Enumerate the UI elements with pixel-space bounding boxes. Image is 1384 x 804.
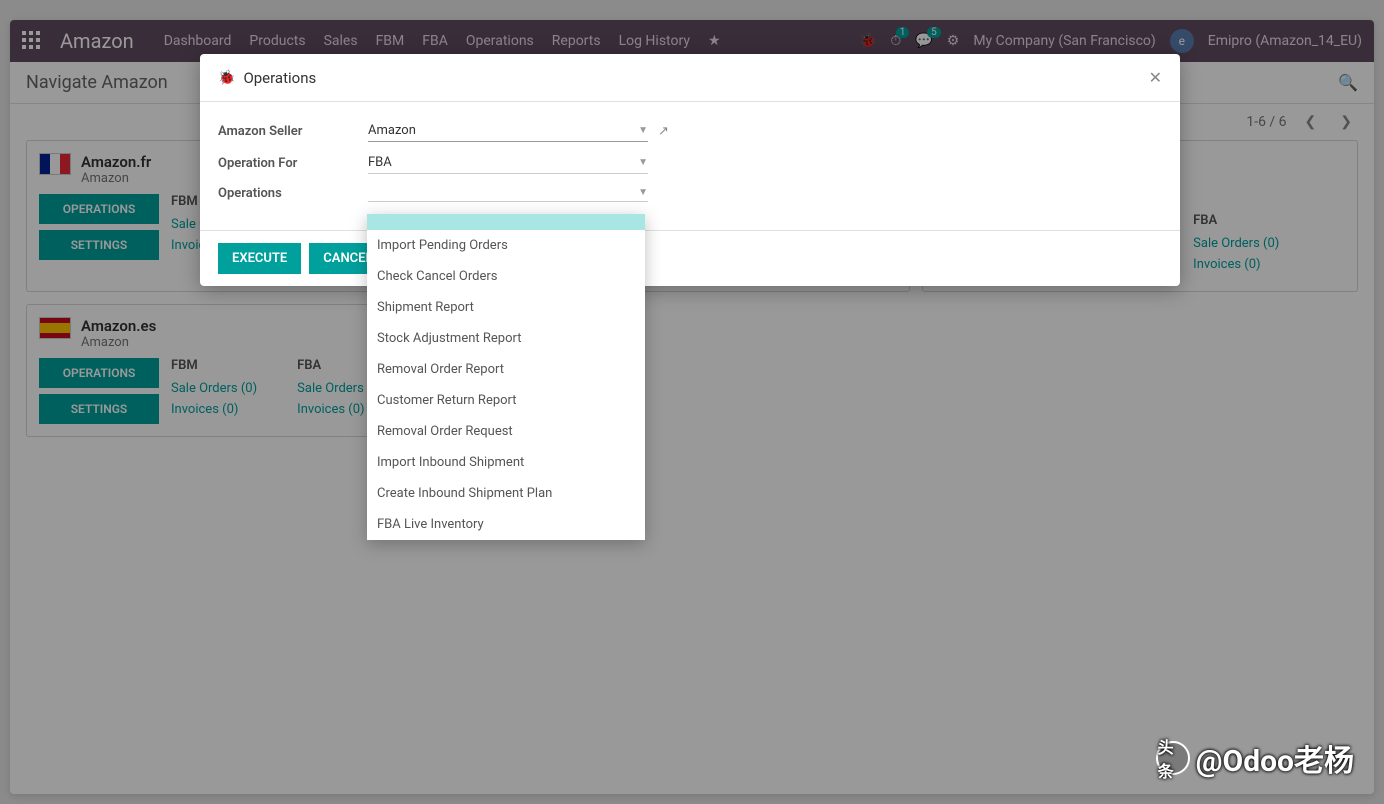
operations-modal: 🐞 Operations ✕ Amazon Seller Amazon▼ ↗ O… [200, 54, 1180, 286]
dropdown-item[interactable]: FBA Live Inventory [367, 509, 645, 540]
dropdown-item[interactable]: Import Inbound Shipment [367, 447, 645, 478]
operations-dropdown: Import Pending Orders Check Cancel Order… [367, 214, 645, 540]
dropdown-item[interactable]: Stock Adjustment Report [367, 323, 645, 354]
watermark-logo: 头条 [1156, 741, 1190, 775]
seller-label: Amazon Seller [218, 124, 368, 139]
dropdown-item[interactable]: Import Pending Orders [367, 230, 645, 261]
chevron-down-icon: ▼ [638, 187, 648, 198]
close-icon[interactable]: ✕ [1149, 68, 1162, 87]
seller-field[interactable]: Amazon▼ [368, 120, 648, 142]
bug-icon: 🐞 [218, 70, 235, 86]
dropdown-item[interactable]: Shipment Report [367, 292, 645, 323]
dropdown-item[interactable]: Removal Order Request [367, 416, 645, 447]
ops-label: Operations [218, 186, 368, 201]
external-link-icon[interactable]: ↗ [658, 124, 669, 139]
chevron-down-icon: ▼ [638, 157, 648, 168]
execute-button[interactable]: EXECUTE [218, 243, 301, 274]
dropdown-item-blank[interactable] [367, 214, 645, 230]
watermark-text: @Odoo老杨 [1196, 736, 1354, 780]
dropdown-item[interactable]: Customer Return Report [367, 385, 645, 416]
opfor-label: Operation For [218, 156, 368, 171]
modal-title: Operations [243, 69, 1140, 87]
opfor-field[interactable]: FBA▼ [368, 152, 648, 174]
dropdown-item[interactable]: Removal Order Report [367, 354, 645, 385]
dropdown-item[interactable]: Create Inbound Shipment Plan [367, 478, 645, 509]
ops-field[interactable]: ▼ [368, 184, 648, 202]
watermark: 头条 @Odoo老杨 [1156, 736, 1354, 780]
chevron-down-icon: ▼ [638, 125, 648, 136]
dropdown-item[interactable]: Check Cancel Orders [367, 261, 645, 292]
